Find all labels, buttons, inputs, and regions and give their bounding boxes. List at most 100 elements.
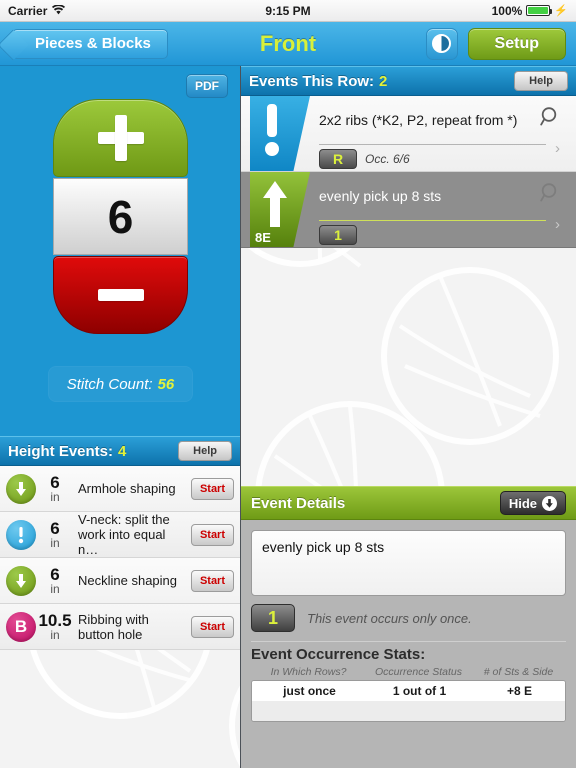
hide-details-button[interactable]: Hide	[499, 491, 566, 515]
height-events-count: 4	[118, 442, 127, 460]
exclamation-icon	[262, 104, 282, 161]
help-button-label: Help	[529, 75, 553, 87]
start-button[interactable]: Start	[190, 523, 234, 546]
minus-icon	[97, 289, 144, 301]
event-details-panel: Event Details Hide evenly pick up 8 sts …	[241, 486, 576, 768]
setup-button[interactable]: Setup	[467, 27, 566, 60]
occurrence-badge-label: 1	[267, 607, 278, 628]
stitch-count-label: Stitch Count:	[66, 375, 153, 393]
row-counter-panel: PDF 6 Stitch Count: 56	[0, 66, 240, 436]
stats-cell: 1 out of 1	[392, 684, 447, 698]
chevron-right-icon: ›	[555, 140, 560, 157]
height-event-row-neckline-shaping[interactable]: 6 in Neckline shaping Start	[0, 558, 240, 604]
height-event-name: Ribbing with button hole	[78, 611, 149, 642]
start-button[interactable]: Start	[190, 569, 234, 592]
event-wedge: 8E	[250, 172, 310, 247]
event-occurrence: 1	[319, 225, 365, 245]
battery-icon	[526, 5, 553, 16]
event-occurrence-summary: 1 This event occurs only once.	[251, 604, 472, 632]
height-event-value: 10.5 in	[38, 612, 72, 642]
hide-button-label: Hide	[508, 495, 537, 511]
event-row-evenly-pick-up-8-sts[interactable]: 8E evenly pick up 8 sts 1 ›	[241, 172, 576, 248]
decrement-button[interactable]	[53, 256, 188, 334]
occurrence-badge-label: 1	[334, 227, 342, 243]
height-event-value: 6 in	[38, 520, 72, 550]
height-events-header: Height Events: 4 Help	[0, 436, 240, 466]
height-event-number: 6	[50, 518, 60, 538]
down-arrow-icon	[6, 473, 36, 504]
start-button-label: Start	[199, 620, 225, 633]
contrast-toggle-button[interactable]	[425, 27, 458, 60]
buttonhole-badge-icon: B	[6, 611, 36, 642]
left-column: PDF 6 Stitch Count: 56 Height Events: 4 …	[0, 66, 240, 768]
down-arrow-circle-icon	[542, 495, 557, 511]
chevron-right-icon: ›	[555, 216, 560, 233]
height-event-unit: in	[50, 581, 60, 596]
increment-button[interactable]	[53, 99, 188, 177]
event-description-text: evenly pick up 8 sts	[262, 539, 385, 555]
occurrence-badge-label: R	[332, 151, 344, 167]
exclamation-icon	[6, 519, 36, 550]
height-event-number: 6	[50, 564, 60, 584]
row-count-display[interactable]: 6	[53, 178, 188, 255]
pdf-button-label: PDF	[195, 79, 219, 93]
stats-column-header: # of Sts & Side	[483, 666, 554, 678]
height-event-row-v-neck[interactable]: 6 in V-neck: split the work into equal n…	[0, 512, 240, 558]
stitch-count-display[interactable]: Stitch Count: 56	[48, 366, 193, 402]
help-button-label: Help	[193, 445, 217, 457]
height-event-row-armhole-shaping[interactable]: 6 in Armhole shaping Start	[0, 466, 240, 512]
height-event-number: 6	[50, 472, 60, 492]
occurrence-badge[interactable]: 1	[251, 604, 295, 632]
setup-button-label: Setup	[494, 34, 539, 52]
row-count-value: 6	[107, 190, 134, 243]
event-wedge-label: 8E	[255, 230, 271, 245]
start-button[interactable]: Start	[190, 477, 234, 500]
event-description-box[interactable]: evenly pick up 8 sts	[251, 530, 566, 596]
height-event-unit: in	[50, 489, 60, 504]
start-button[interactable]: Start	[190, 615, 234, 638]
height-events-help-button[interactable]: Help	[178, 441, 232, 461]
event-text: evenly pick up 8 sts	[319, 188, 442, 204]
start-button-label: Start	[199, 528, 225, 541]
pdf-button[interactable]: PDF	[186, 74, 228, 98]
table-row: just once 1 out of 1 +8 E	[252, 681, 565, 701]
height-event-unit: in	[50, 535, 60, 550]
search-icon[interactable]	[540, 106, 562, 133]
occurrence-text: Occ. 6/6	[365, 152, 410, 166]
occurrence-note: This event occurs only once.	[307, 610, 472, 626]
search-icon[interactable]	[540, 182, 562, 209]
height-event-row-ribbing-with-button-hole[interactable]: B 10.5 in Ribbing with button hole Start	[0, 604, 240, 650]
events-help-button[interactable]: Help	[514, 71, 568, 91]
start-button-label: Start	[199, 574, 225, 587]
height-event-name: Armhole shaping	[78, 481, 176, 496]
event-details-title: Event Details	[251, 494, 346, 512]
status-bar: Carrier 9:15 PM 100% ⚡	[0, 0, 576, 22]
event-wedge	[250, 96, 310, 171]
table-empty-row	[252, 701, 565, 721]
height-event-name: V-neck: split the work into equal n…	[78, 512, 170, 557]
height-event-number: 10.5	[38, 610, 72, 630]
event-row-2x2-ribs[interactable]: 2x2 ribs (*K2, P2, repeat from *) R Occ.…	[241, 96, 576, 172]
navigation-bar: Pieces & Blocks Front Setup	[0, 22, 576, 66]
event-text: 2x2 ribs (*K2, P2, repeat from *)	[319, 112, 518, 128]
stats-column-header: In Which Rows?	[270, 666, 347, 678]
start-button-label: Start	[199, 482, 225, 495]
height-event-value: 6 in	[38, 474, 72, 504]
events-this-row-list: 2x2 ribs (*K2, P2, repeat from *) R Occ.…	[241, 96, 576, 248]
event-details-header: Event Details Hide	[241, 486, 576, 520]
bolt-icon: ⚡	[554, 5, 568, 17]
height-event-unit: in	[50, 627, 60, 642]
events-this-row-count: 2	[379, 72, 388, 90]
stats-column-headers: In Which Rows? Occurrence Status # of St…	[251, 666, 566, 678]
contrast-icon	[432, 34, 452, 53]
stats-table: just once 1 out of 1 +8 E	[251, 680, 566, 722]
height-event-value: 6 in	[38, 566, 72, 596]
page-body: PDF 6 Stitch Count: 56 Height Events: 4 …	[0, 66, 576, 768]
occurrence-badge[interactable]: 1	[319, 225, 357, 245]
stats-cell: just once	[283, 684, 336, 698]
event-occurrence-stats-title: Event Occurrence Stats:	[251, 646, 426, 663]
status-bar-right: 100% ⚡	[492, 4, 568, 18]
badge-letter: B	[14, 616, 28, 636]
battery-percent-label: 100%	[491, 3, 523, 18]
occurrence-badge[interactable]: R	[319, 149, 357, 169]
